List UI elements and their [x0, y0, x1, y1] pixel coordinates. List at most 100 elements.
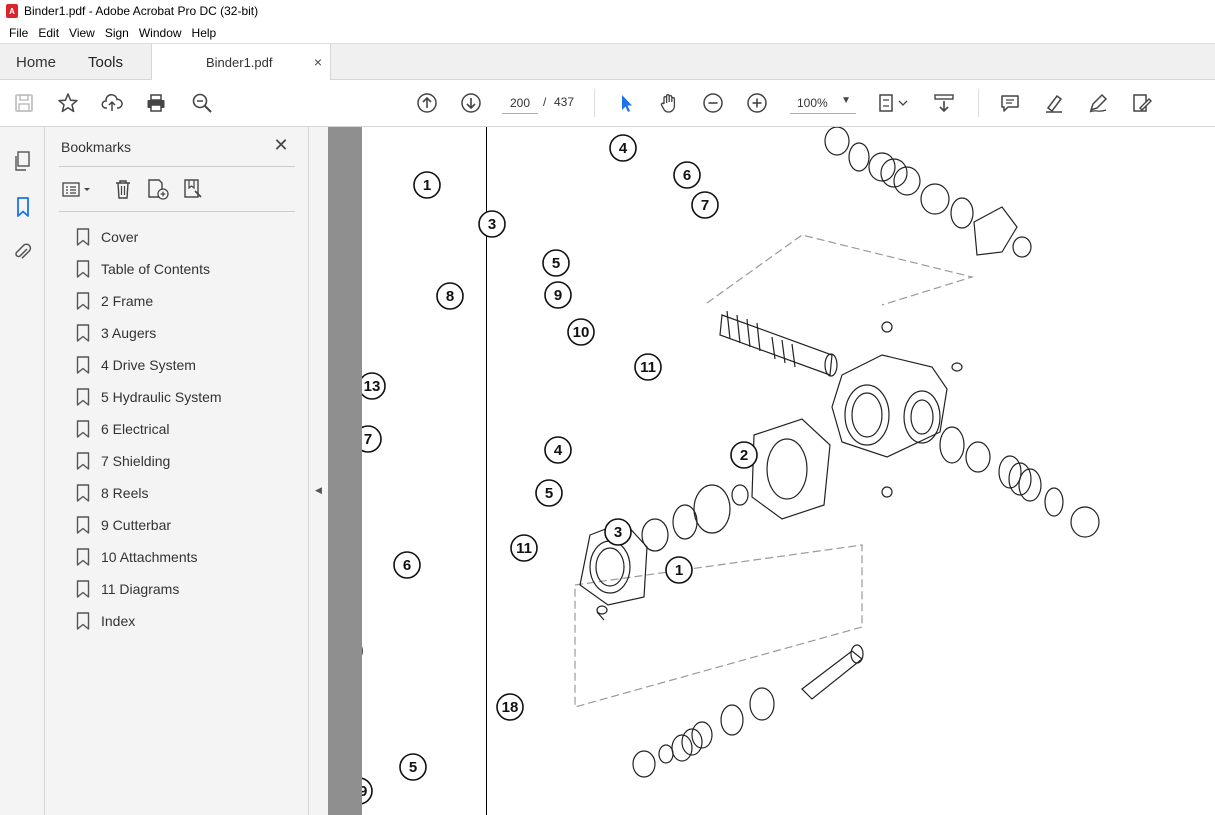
- bookmark-label: 5 Hydraulic System: [101, 389, 222, 405]
- callout-label: 5: [409, 759, 417, 776]
- page-separator: /: [543, 95, 547, 109]
- menu-window[interactable]: Window: [134, 26, 187, 40]
- bookmark-label: Index: [101, 613, 136, 629]
- edit-pdf-icon[interactable]: [1130, 91, 1154, 115]
- sign-icon[interactable]: [1086, 91, 1110, 115]
- menu-sign[interactable]: Sign: [100, 26, 134, 40]
- bookmarks-panel: Bookmarks ✕ Cover Table of Contents 2 Fr…: [45, 127, 308, 815]
- menu-file[interactable]: File: [4, 26, 33, 40]
- attachment-icon[interactable]: [11, 240, 35, 264]
- bookmark-options-button[interactable]: [59, 177, 95, 201]
- divider: [59, 166, 295, 167]
- callout-label: 7: [701, 197, 709, 214]
- hand-icon[interactable]: [657, 91, 681, 115]
- title-bar: A Binder1.pdf - Adobe Acrobat Pro DC (32…: [0, 0, 1215, 22]
- callout-label: 18: [502, 699, 519, 716]
- bookmark-hydraulic-system[interactable]: 5 Hydraulic System: [76, 381, 222, 413]
- bookmark-flag-icon: [76, 516, 90, 534]
- bookmark-index[interactable]: Index: [76, 605, 222, 637]
- document-view[interactable]: 1345678910111113745231161461517418201951: [328, 127, 1215, 815]
- tab-home[interactable]: Home: [16, 54, 56, 71]
- bookmark-list: Cover Table of Contents 2 Frame 3 Augers…: [76, 221, 222, 637]
- bookmark-table-of-contents[interactable]: Table of Contents: [76, 253, 222, 285]
- close-icon[interactable]: ✕: [271, 135, 291, 155]
- page-up-icon[interactable]: [415, 91, 439, 115]
- bookmark-flag-icon: [76, 388, 90, 406]
- callout-label: 3: [488, 216, 496, 233]
- callout-label: 1: [423, 177, 431, 194]
- chevron-down-icon: ▼: [841, 95, 851, 106]
- tab-close-button[interactable]: ×: [314, 54, 322, 70]
- callout-label: 4: [619, 140, 628, 157]
- bookmark-cutterbar[interactable]: 9 Cutterbar: [76, 509, 222, 541]
- page-down-icon[interactable]: [459, 91, 483, 115]
- star-icon[interactable]: [56, 91, 80, 115]
- callout-label: 8: [446, 288, 454, 305]
- highlight-icon[interactable]: [1042, 91, 1066, 115]
- bookmark-label: 7 Shielding: [101, 453, 171, 469]
- bookmark-flag-icon: [76, 292, 90, 310]
- bookmark-label: 10 Attachments: [101, 549, 198, 565]
- bookmark-flag-icon: [76, 580, 90, 598]
- bookmark-shielding[interactable]: 7 Shielding: [76, 445, 222, 477]
- new-bookmark-icon[interactable]: [145, 177, 171, 201]
- fit-page-icon[interactable]: [876, 91, 912, 115]
- callout-label: 19: [362, 783, 367, 800]
- select-pointer-icon[interactable]: [614, 91, 638, 115]
- bookmark-label: 6 Electrical: [101, 421, 170, 437]
- callout-label: 11: [640, 359, 656, 376]
- callout-label: 1: [675, 562, 683, 579]
- callout-label: 13: [364, 378, 381, 395]
- collapse-panel-icon[interactable]: ◀: [315, 485, 322, 496]
- callout-label: 11: [516, 540, 532, 557]
- zoom-value: 100%: [797, 96, 828, 110]
- bookmark-reels[interactable]: 8 Reels: [76, 477, 222, 509]
- scroll-mode-icon[interactable]: [932, 91, 956, 115]
- menu-edit[interactable]: Edit: [33, 26, 64, 40]
- search-zoom-icon[interactable]: [190, 91, 214, 115]
- bookmark-settings-icon[interactable]: [181, 177, 205, 201]
- panel-splitter[interactable]: ◀: [308, 127, 328, 815]
- bookmark-icon[interactable]: [11, 195, 35, 219]
- bookmark-flag-icon: [76, 548, 90, 566]
- upload-icon[interactable]: [100, 91, 124, 115]
- bookmark-drive-system[interactable]: 4 Drive System: [76, 349, 222, 381]
- bookmark-flag-icon: [76, 484, 90, 502]
- menu-view[interactable]: View: [64, 26, 100, 40]
- save-icon[interactable]: [12, 91, 36, 115]
- menu-help[interactable]: Help: [187, 26, 222, 40]
- left-rail: [0, 127, 45, 815]
- zoom-select[interactable]: 100% ▼: [790, 92, 856, 114]
- bookmark-flag-icon: [76, 612, 90, 630]
- bookmark-label: Cover: [101, 229, 139, 245]
- bookmark-electrical[interactable]: 6 Electrical: [76, 413, 222, 445]
- callout-label: 5: [552, 255, 560, 272]
- tab-tools[interactable]: Tools: [88, 54, 123, 71]
- callout-label: 5: [545, 485, 553, 502]
- pdf-page: 1345678910111113745231161461517418201951: [362, 127, 1215, 815]
- print-icon[interactable]: [144, 91, 168, 115]
- bookmark-label: Table of Contents: [101, 261, 210, 277]
- comment-icon[interactable]: [998, 91, 1022, 115]
- bookmark-flag-icon: [76, 420, 90, 438]
- acrobat-logo-icon: A: [6, 4, 18, 18]
- window-title: Binder1.pdf - Adobe Acrobat Pro DC (32-b…: [24, 4, 259, 18]
- bookmark-label: 4 Drive System: [101, 357, 196, 373]
- bookmark-frame[interactable]: 2 Frame: [76, 285, 222, 317]
- pages-icon[interactable]: [11, 149, 35, 173]
- tab-document[interactable]: Binder1.pdf ×: [151, 44, 331, 81]
- zoom-in-icon[interactable]: [745, 91, 769, 115]
- bookmark-flag-icon: [76, 356, 90, 374]
- main-toolbar: 200 / 437 100% ▼: [0, 80, 1215, 127]
- bookmark-diagrams[interactable]: 11 Diagrams: [76, 573, 222, 605]
- page-number-input[interactable]: 200: [502, 92, 538, 114]
- menu-bar: File Edit View Sign Window Help: [0, 22, 1215, 43]
- bookmark-cover[interactable]: Cover: [76, 221, 222, 253]
- delete-icon[interactable]: [111, 177, 135, 201]
- callout-label: 2: [740, 447, 748, 464]
- bookmark-flag-icon: [76, 228, 90, 246]
- bookmark-attachments[interactable]: 10 Attachments: [76, 541, 222, 573]
- zoom-out-icon[interactable]: [701, 91, 725, 115]
- bookmark-augers[interactable]: 3 Augers: [76, 317, 222, 349]
- divider: [59, 211, 295, 212]
